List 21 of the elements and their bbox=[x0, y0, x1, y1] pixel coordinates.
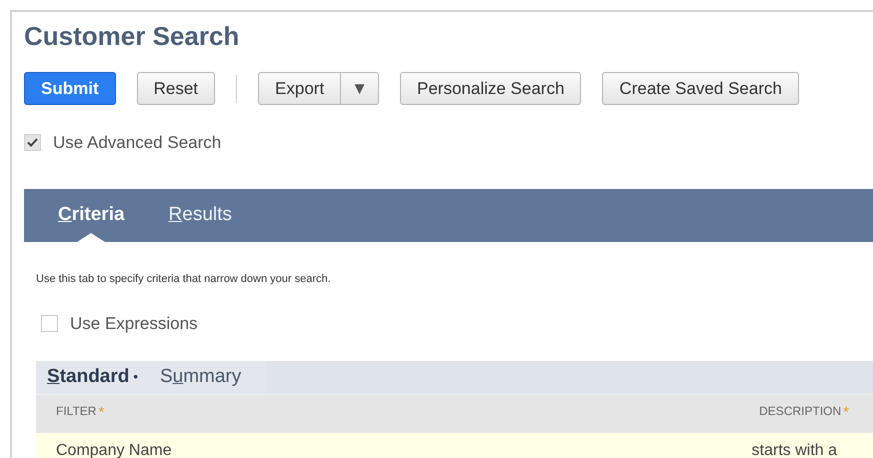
help-text: Use this tab to specify criteria that narrow down your search. bbox=[36, 272, 332, 286]
submit-button[interactable]: Submit bbox=[24, 72, 116, 105]
toolbar-button[interactable]: Create Saved Search bbox=[602, 72, 799, 105]
table-cell-text: Company Name bbox=[56, 440, 172, 458]
checkbox-label: Use Advanced Search bbox=[53, 132, 222, 154]
export-button[interactable]: Export bbox=[258, 72, 342, 105]
table-cell-text: starts with a bbox=[752, 440, 837, 458]
subtab[interactable]: Standard • bbox=[36, 360, 149, 394]
checkmark-icon bbox=[27, 138, 38, 148]
table-row[interactable]: Company Name starts with a bbox=[36, 432, 873, 458]
toolbar-button[interactable]: Reset bbox=[136, 72, 216, 105]
checkbox-label: Use Expressions bbox=[70, 313, 198, 335]
checkbox[interactable] bbox=[24, 134, 41, 152]
tab-pointer-icon bbox=[77, 232, 106, 242]
subtab[interactable]: Summary bbox=[148, 360, 252, 394]
tab[interactable]: Results bbox=[146, 188, 254, 242]
tab[interactable]: Criteria bbox=[36, 188, 147, 242]
checkbox[interactable] bbox=[41, 315, 58, 332]
toolbar-button[interactable]: Personalize Search bbox=[400, 72, 582, 105]
dropdown-button[interactable]: ▼ bbox=[341, 72, 379, 105]
page-title: Customer Search bbox=[24, 20, 240, 53]
